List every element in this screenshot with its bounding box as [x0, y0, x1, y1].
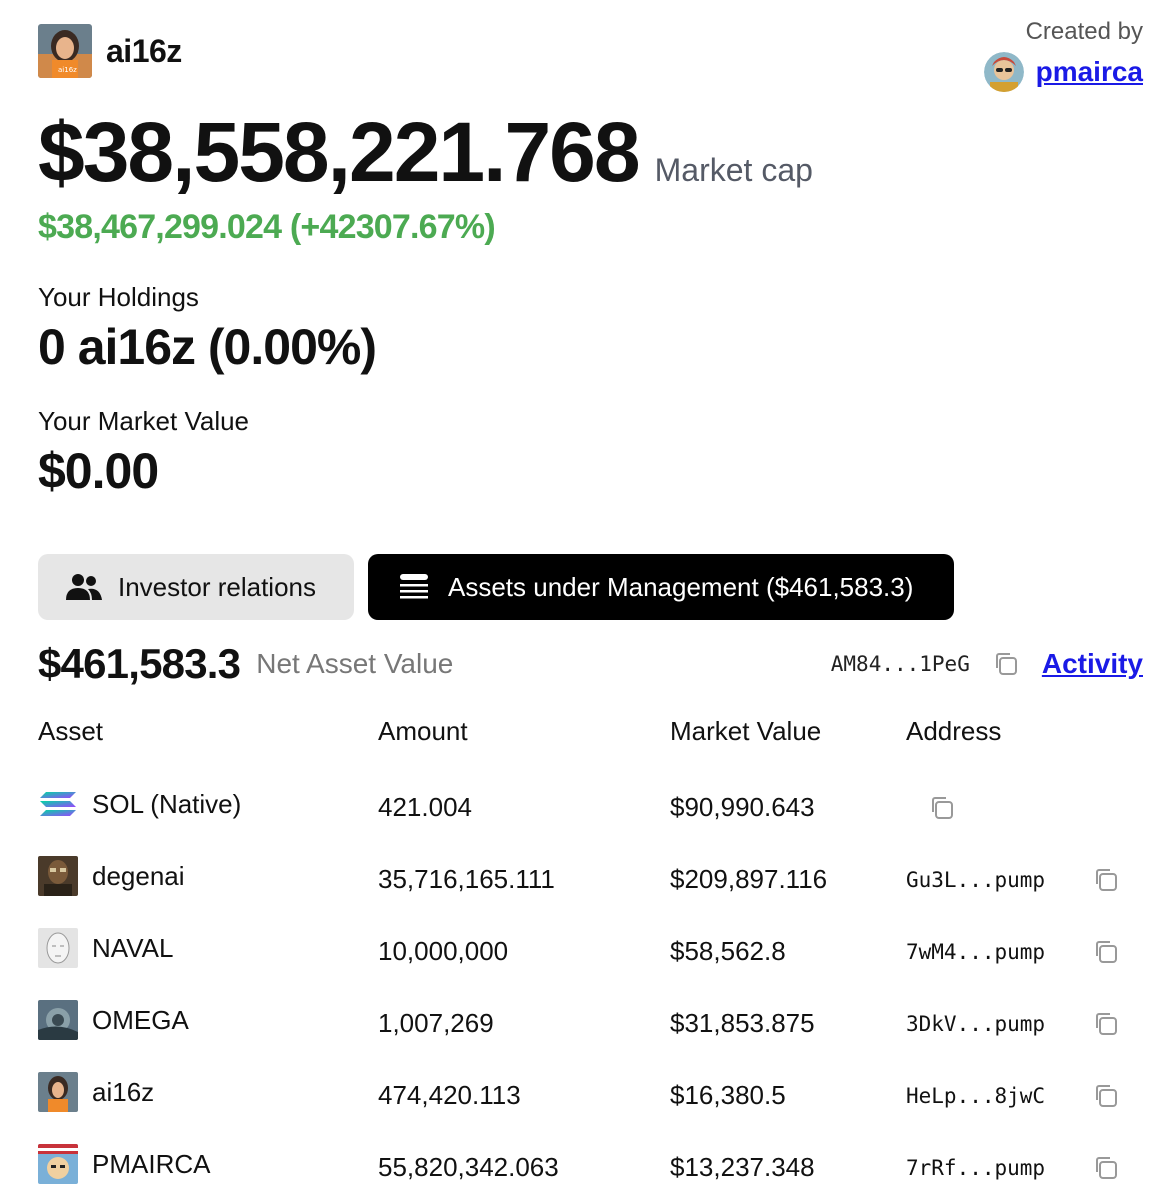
asset-cell: degenai	[38, 856, 185, 896]
tab-assets-under-management[interactable]: Assets under Management ($461,583.3)	[368, 554, 954, 620]
amount-cell: 421.004	[378, 792, 472, 822]
svg-text:ai16z: ai16z	[58, 66, 77, 74]
copy-icon[interactable]	[992, 650, 1020, 678]
asset-cell: ai16z	[38, 1072, 154, 1112]
creator-avatar	[983, 52, 1024, 92]
naval-icon	[38, 928, 78, 968]
table-row[interactable]: degenai 35,716,165.111 $209,897.116 Gu3L…	[0, 846, 1171, 918]
tab-bar: Investor relations Assets under Manageme…	[38, 554, 954, 620]
asset-name: OMEGA	[92, 1004, 189, 1035]
address-cell: 7wM4...pump	[906, 940, 1046, 964]
table-row[interactable]: ai16z 474,420.113 $16,380.5 HeLp...8jwC	[0, 1062, 1171, 1134]
market-value-label: Your Market Value	[38, 406, 250, 436]
table-row[interactable]: PMAIRCA 55,820,342.063 $13,237.348 7rRf.…	[0, 1134, 1171, 1200]
asset-name: ai16z	[92, 1076, 155, 1107]
market-value-cell: $209,897.116	[670, 864, 828, 894]
ai16z-icon	[38, 1072, 78, 1112]
column-header-amount: Amount	[378, 716, 468, 746]
column-header-address: Address	[906, 716, 1002, 746]
token-header: ai16z ai16z	[38, 24, 182, 78]
table-row[interactable]: OMEGA 1,007,269 $31,853.875 3DkV...pump	[0, 990, 1171, 1062]
market-cap-row: $38,558,221.768 Market cap	[38, 104, 813, 201]
holdings-label: Your Holdings	[38, 282, 199, 312]
market-value-value: $0.00	[38, 443, 159, 499]
market-value-cell: $13,237.348	[670, 1152, 815, 1182]
asset-cell: OMEGA	[38, 1000, 189, 1040]
amount-cell: 474,420.113	[378, 1080, 521, 1110]
solana-icon	[38, 784, 78, 824]
table-row[interactable]: NAVAL 10,000,000 $58,562.8 7wM4...pump	[0, 918, 1171, 990]
market-cap-value: $38,558,221.768	[38, 105, 641, 199]
address-cell: HeLp...8jwC	[906, 1084, 1046, 1108]
asset-cell: PMAIRCA	[38, 1144, 210, 1184]
wallet-actions: AM84...1PeG Activity	[831, 648, 1143, 680]
asset-name: PMAIRCA	[92, 1148, 211, 1179]
amount-cell: 35,716,165.111	[378, 864, 555, 894]
tab-investor-relations[interactable]: Investor relations	[38, 554, 354, 620]
degenai-icon	[38, 856, 78, 896]
created-by-label: Created by	[1025, 18, 1143, 45]
column-header-market-value: Market Value	[670, 716, 822, 746]
market-value-cell: $31,853.875	[670, 1008, 815, 1038]
table-row[interactable]: SOL (Native) 421.004 $90,990.643	[0, 774, 1171, 846]
copy-icon[interactable]	[928, 794, 956, 822]
tab-label: Investor relations	[118, 571, 316, 602]
net-asset-value-row: $461,583.3 Net Asset Value AM84...1PeG A…	[38, 634, 1143, 694]
copy-icon[interactable]	[1092, 1154, 1120, 1182]
tab-label: Assets under Management ($461,583.3)	[448, 571, 914, 602]
address-cell: 3DkV...pump	[906, 1012, 1046, 1036]
copy-icon[interactable]	[1092, 938, 1120, 966]
holdings-value: 0 ai16z (0.00%)	[38, 319, 377, 375]
pmairca-icon	[38, 1144, 78, 1184]
column-header-asset: Asset	[38, 716, 104, 746]
address-cell: 7rRf...pump	[906, 1156, 1046, 1180]
users-icon	[66, 571, 102, 603]
creator-info: Created by pmairca	[983, 18, 1143, 92]
list-icon	[396, 571, 432, 603]
asset-cell: SOL (Native)	[38, 784, 241, 824]
copy-icon[interactable]	[1092, 1010, 1120, 1038]
token-name: ai16z	[106, 32, 182, 69]
amount-cell: 1,007,269	[378, 1008, 494, 1038]
omega-icon	[38, 1000, 78, 1040]
market-cap-label: Market cap	[654, 152, 813, 188]
market-value-cell: $90,990.643	[670, 792, 815, 822]
token-avatar: ai16z	[38, 24, 92, 78]
market-value-cell: $58,562.8	[670, 936, 786, 966]
wallet-address: AM84...1PeG	[830, 652, 970, 676]
activity-link[interactable]: Activity	[1042, 648, 1143, 680]
address-cell: Gu3L...pump	[906, 868, 1046, 892]
creator-row: pmairca	[983, 52, 1143, 92]
net-asset-value-label: Net Asset Value	[256, 648, 454, 679]
asset-name: SOL (Native)	[92, 788, 242, 819]
asset-name: NAVAL	[92, 932, 174, 963]
copy-icon[interactable]	[1092, 1082, 1120, 1110]
net-asset-value: $461,583.3	[38, 640, 241, 687]
asset-name: degenai	[92, 860, 185, 891]
asset-cell: NAVAL	[38, 928, 173, 968]
market-cap-change: $38,467,299.024 (+42307.67%)	[38, 208, 496, 246]
amount-cell: 10,000,000	[378, 936, 509, 966]
copy-icon[interactable]	[1092, 866, 1120, 894]
amount-cell: 55,820,342.063	[378, 1152, 559, 1182]
creator-link[interactable]: pmairca	[1036, 56, 1143, 88]
market-value-cell: $16,380.5	[670, 1080, 786, 1110]
